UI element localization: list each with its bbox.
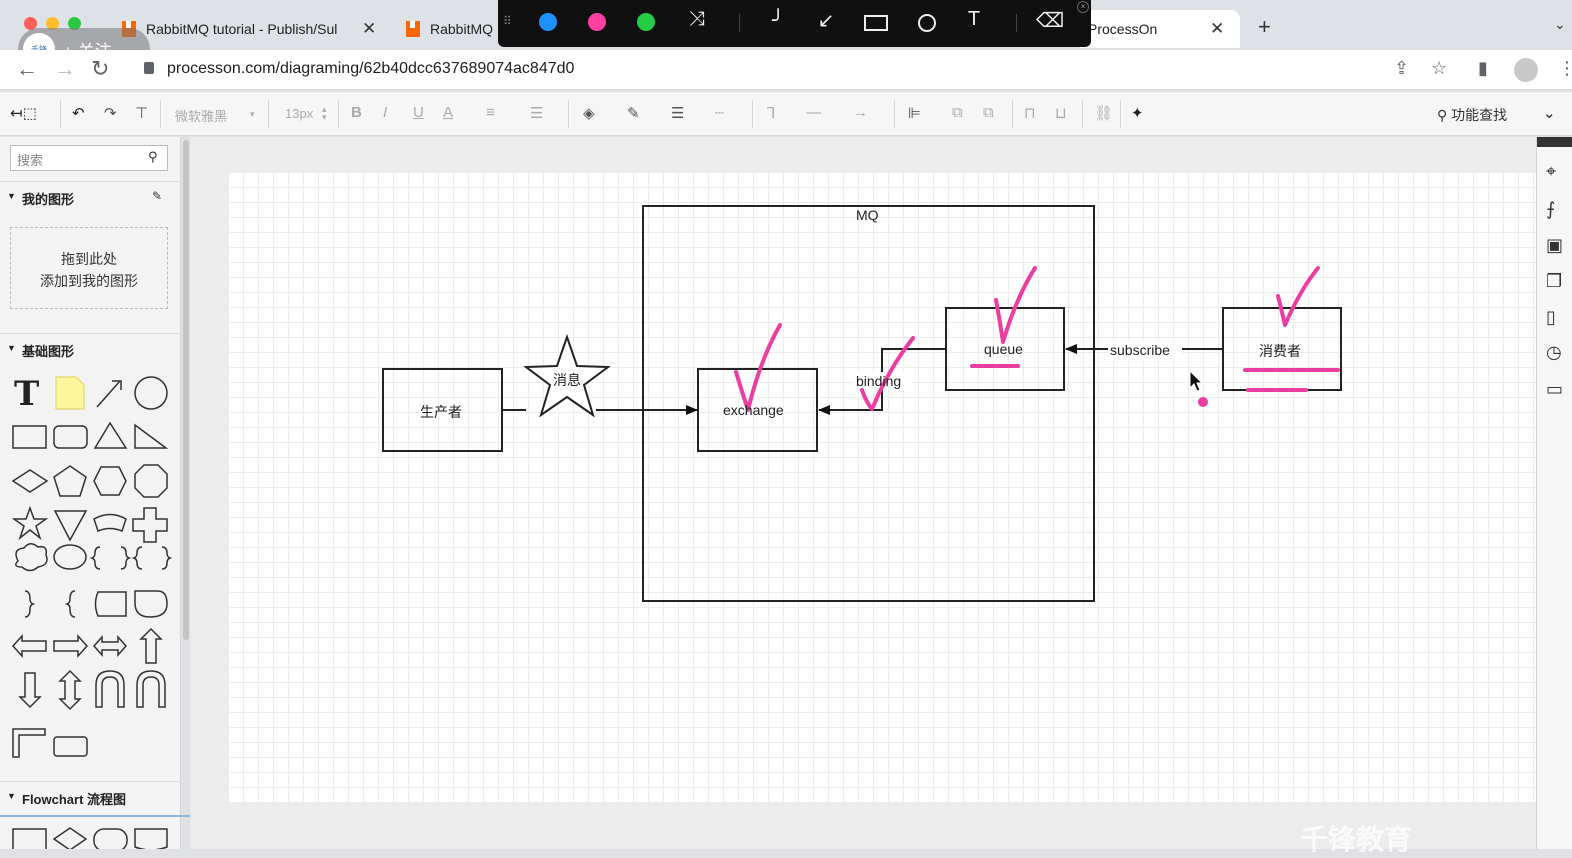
producer-label: 生产者 [420, 404, 462, 420]
layers-icon[interactable]: ❐ [1546, 271, 1562, 292]
right-bar-top-strip [1537, 137, 1572, 147]
navigator-icon[interactable]: ⌖ [1546, 161, 1556, 182]
mouse-cursor-icon [1189, 369, 1204, 392]
queue-label: queue [984, 341, 1023, 357]
video-watermark: 千锋教育 [1300, 824, 1413, 855]
page-settings-icon[interactable]: ▣ [1546, 235, 1563, 256]
comments-icon[interactable]: ▭ [1546, 379, 1563, 400]
pen-dot [1198, 397, 1208, 407]
consumer-label: 消费者 [1259, 343, 1301, 359]
mq-label: MQ [856, 207, 879, 223]
subscribe-label: subscribe [1110, 342, 1170, 358]
exchange-checkmark [734, 323, 782, 412]
binding-label: binding [856, 373, 902, 389]
queue-checkmark [994, 266, 1037, 344]
formula-icon[interactable]: ⨍ [1546, 199, 1555, 220]
message-label: 消息 [553, 372, 581, 388]
document-icon[interactable]: ▯ [1546, 307, 1556, 328]
history-icon[interactable]: ◷ [1546, 342, 1562, 363]
diagram-layer [382, 205, 1342, 602]
exchange-label: exchange [723, 402, 784, 418]
right-panel-bar: ⌖ ⨍ ▣ ❐ ▯ ◷ ▭ [1536, 137, 1572, 849]
consumer-checkmark [1276, 266, 1320, 327]
